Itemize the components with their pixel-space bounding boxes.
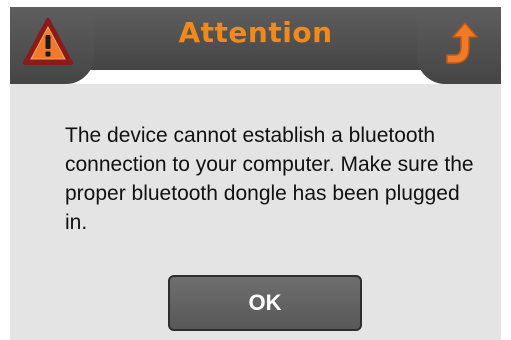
attention-dialog: Attention The device cannot establish a … — [10, 7, 501, 340]
warning-triangle-icon — [23, 18, 73, 65]
title-center-band: Attention — [78, 7, 433, 70]
back-arrow-icon — [446, 22, 478, 64]
title-bar: Attention — [10, 7, 501, 84]
ok-button[interactable]: OK — [168, 275, 362, 331]
back-button[interactable] — [417, 7, 501, 84]
warning-corner — [10, 7, 94, 84]
dialog-message: The device cannot establish a bluetooth … — [65, 124, 474, 234]
dialog-title: Attention — [178, 16, 333, 49]
